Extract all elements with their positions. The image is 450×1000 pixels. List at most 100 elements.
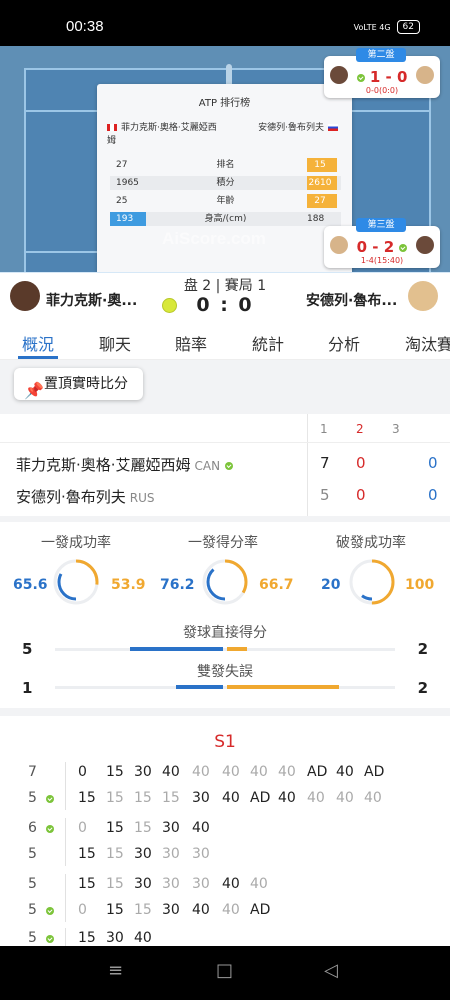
watermark: AiScore.com	[162, 229, 266, 248]
tab-overview[interactable]: 概況	[22, 331, 54, 355]
serve-ball-icon	[46, 795, 54, 803]
aces-right-fill	[227, 647, 248, 651]
point-score: AD	[307, 764, 328, 780]
court-view: ATP 排行榜 菲力克斯·奧格·艾麗婭西姆 安德列·魯布列夫 27 排名 15 …	[0, 46, 450, 272]
player2-mini-avatar	[416, 66, 434, 84]
ring-p1-arc	[353, 563, 391, 601]
point-score: 30	[162, 902, 180, 918]
point-score: 30	[162, 846, 180, 862]
point-score: 40	[222, 876, 240, 892]
point-score: 0	[78, 764, 87, 780]
match-stats: 一發成功率 一發得分率 破發成功率 65.6 53.9 76.2 66.7 20…	[0, 522, 450, 708]
point-score: 15	[78, 930, 96, 946]
pin-icon: 📌	[24, 381, 44, 400]
first-serve-pct-ring	[53, 559, 99, 605]
system-nav-bar: ≡ □ ◁	[0, 946, 450, 1000]
point-score: 40	[250, 876, 268, 892]
point-score: 30	[134, 846, 152, 862]
point-score: AD	[250, 790, 271, 806]
serve-ball-icon	[224, 461, 233, 470]
ring-p1-arc	[206, 563, 244, 601]
set3-score-card: 第三盤 0 - 2 1-4(15:40)	[324, 218, 440, 268]
tab-analysis[interactable]: 分析	[328, 331, 360, 355]
ranking-row: 25 年齡 27	[110, 194, 341, 208]
serve-ball-icon	[356, 73, 365, 82]
ranking-player1: 菲力克斯·奧格·艾麗婭西姆	[107, 123, 217, 146]
home-icon[interactable]: □	[216, 960, 233, 981]
point-score: 15	[162, 790, 180, 806]
point-score: AD	[250, 902, 271, 918]
player1-row: 菲力克斯·奧格·艾麗婭西姆 CAN	[16, 454, 233, 475]
point-score: 15	[134, 902, 152, 918]
games-count: 7	[28, 764, 37, 780]
point-by-point: S1 7 5 0 15 30 40 40 40 40 40 AD 40 AD 15 15 15 15 30 40 AD…	[0, 716, 450, 950]
point-score: 40	[222, 790, 240, 806]
point-score: 40	[222, 902, 240, 918]
serve-ball-icon	[46, 935, 54, 943]
serve-ball-icon	[46, 825, 54, 833]
point-score: 40	[278, 790, 296, 806]
point-score: 30	[192, 790, 210, 806]
player2-name[interactable]: 安德列·魯布...	[306, 290, 397, 310]
point-score: 30	[134, 764, 152, 780]
menu-icon[interactable]: ≡	[108, 960, 123, 981]
point-score: 40	[278, 764, 296, 780]
ranking-title: ATP 排行榜	[198, 98, 251, 109]
pin-live-score-button[interactable]: 📌 置頂實時比分	[14, 368, 143, 400]
point-score: 0	[78, 902, 87, 918]
point-score: 40	[250, 764, 268, 780]
point-score: 15	[78, 790, 96, 806]
point-score: 40	[192, 764, 210, 780]
point-score: 15	[106, 876, 124, 892]
point-score: 15	[134, 820, 152, 836]
active-tab-indicator	[18, 356, 58, 359]
point-score: 40	[364, 790, 382, 806]
point-score: 30	[134, 876, 152, 892]
player1-mini-avatar	[416, 236, 434, 254]
point-score: 15	[78, 876, 96, 892]
point-score: 40	[192, 820, 210, 836]
serve-ball-icon	[399, 243, 408, 252]
ranking-row: 1965 積分 2610	[110, 176, 341, 190]
tab-stats[interactable]: 統計	[252, 331, 284, 355]
canada-flag-icon	[107, 124, 117, 131]
games-count: 5	[28, 902, 37, 918]
ranking-row: 27 排名 15	[110, 158, 341, 172]
point-score: 40	[134, 930, 152, 946]
point-score: 40	[162, 764, 180, 780]
score-header: 菲力克斯·奧... 盘 2 | 賽局 1 0 : 0 安德列·魯布...	[0, 272, 450, 322]
point-score: 30	[106, 930, 124, 946]
point-score: 40	[336, 790, 354, 806]
point-score: 40	[307, 790, 325, 806]
back-icon[interactable]: ◁	[324, 960, 338, 981]
ranking-player2: 安德列·魯布列夫	[258, 123, 324, 133]
point-score: 15	[106, 820, 124, 836]
set2-score-card: 第二盤 1 - 0 0-0(0:0)	[324, 48, 440, 98]
point-score: 15	[106, 764, 124, 780]
tab-chat[interactable]: 聊天	[99, 331, 131, 355]
point-score: 30	[192, 846, 210, 862]
point-score: 15	[106, 846, 124, 862]
player2-avatar[interactable]	[408, 281, 438, 311]
tab-odds[interactable]: 賠率	[175, 331, 207, 355]
player2-row: 安德列·魯布列夫 RUS	[16, 488, 155, 506]
point-score: 15	[106, 902, 124, 918]
point-score: AD	[364, 764, 385, 780]
tab-bar: 概況 聊天 賠率 統計 分析 淘汰賽	[0, 322, 450, 360]
point-score: 30	[192, 876, 210, 892]
point-score: 40	[192, 902, 210, 918]
ranking-row: 193 身高/(cm) 188	[110, 212, 341, 226]
point-score: 15	[78, 846, 96, 862]
point-score: 30	[162, 820, 180, 836]
point-score: 15	[134, 790, 152, 806]
games-count: 5	[28, 930, 37, 946]
russia-flag-icon	[328, 124, 338, 131]
aces-left-fill	[129, 647, 223, 651]
ring-p1-arc	[57, 563, 95, 601]
set-score-table: 1 2 3 菲力克斯·奧格·艾麗婭西姆 CAN 7 0 0 安德列·魯布列夫 RUS…	[0, 414, 450, 516]
tab-bracket[interactable]: 淘汰賽	[405, 331, 450, 355]
signal-icon: VoLTE 4G	[353, 22, 391, 32]
battery-icon: 62	[396, 20, 420, 34]
point-score: 0	[78, 820, 87, 836]
games-count: 5	[28, 790, 37, 806]
